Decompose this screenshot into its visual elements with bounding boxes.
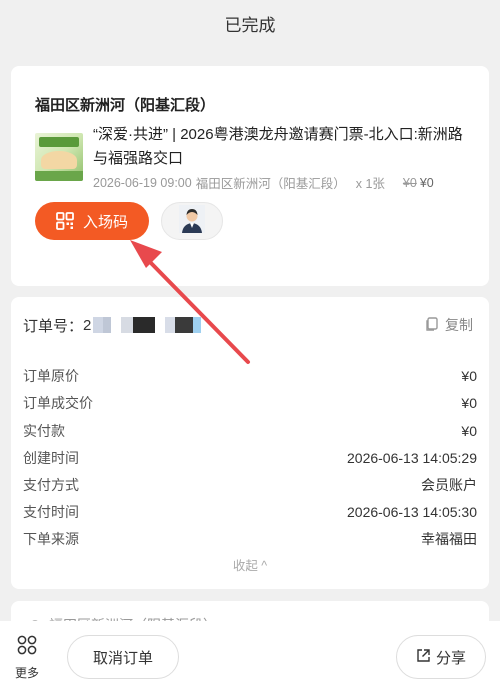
share-icon: [416, 648, 436, 667]
order-row: 支付方式 会员账户: [23, 474, 477, 496]
order-row-value: 会员账户: [421, 477, 477, 493]
order-number-redaction: [93, 317, 202, 333]
entry-code-button[interactable]: 入场码: [35, 202, 149, 240]
order-number-row: 订单号： 2: [23, 315, 477, 335]
order-row-value: ¥0: [461, 423, 477, 439]
ticket-original-price: ¥0: [402, 175, 417, 190]
order-row-value: ¥0: [461, 368, 477, 384]
order-row-label: 实付款: [23, 423, 65, 439]
order-row: 下单来源 幸福福田: [23, 528, 477, 550]
order-number-value: 2: [83, 316, 92, 334]
ticket-location: 福田区新洲河（阳基汇段）: [195, 177, 346, 191]
venue-title: 福田区新洲河（阳基汇段）: [35, 97, 216, 114]
attendee-avatar-button[interactable]: [161, 202, 223, 240]
order-row-value: 2026-06-13 14:05:29: [347, 450, 477, 466]
ticket-quantity: x 1张: [355, 177, 385, 191]
copy-icon: [425, 316, 445, 334]
order-details-card: 订单号： 2 复制 订单原价 ¥0 订单成交价 ¥0 实付款 ¥0 创建时间 2…: [11, 297, 489, 589]
order-row-value: 2026-06-13 14:05:30: [347, 504, 477, 520]
copy-order-button[interactable]: 复制: [425, 315, 473, 335]
page-title: 已完成: [224, 15, 276, 35]
order-row-label: 支付时间: [23, 504, 79, 520]
grid-icon: [17, 635, 37, 664]
share-label: 分享: [435, 649, 466, 667]
order-row-value: ¥0: [461, 395, 477, 411]
order-row: 订单原价 ¥0: [23, 365, 477, 387]
order-row: 订单成交价 ¥0: [23, 392, 477, 414]
order-number-label: 订单号：: [23, 317, 84, 335]
order-row-value: 幸福福田: [421, 531, 477, 547]
ticket-card: 福田区新洲河（阳基汇段） “深爱·共进” | 2026粤港澳龙舟邀请赛门票-北入…: [11, 66, 489, 286]
order-row-label: 订单原价: [23, 368, 79, 384]
order-row: 创建时间 2026-06-13 14:05:29: [23, 447, 477, 469]
order-row-label: 下单来源: [23, 531, 79, 547]
share-button[interactable]: 分享: [396, 635, 486, 679]
copy-label: 复制: [445, 317, 473, 333]
order-row-label: 创建时间: [23, 450, 79, 466]
more-label: 更多: [14, 666, 39, 680]
ticket-price: ¥0: [419, 175, 434, 190]
page-header: 已完成: [0, 0, 500, 46]
person-avatar-icon: [179, 204, 205, 238]
order-row-label: 支付方式: [23, 477, 79, 493]
order-row-label: 订单成交价: [23, 395, 93, 411]
more-button[interactable]: 更多: [10, 635, 44, 681]
ticket-meta: 2026-06-19 09:00 福田区新洲河（阳基汇段） x 1张 ¥0 ¥0: [93, 173, 483, 192]
order-row: 支付时间 2026-06-13 14:05:30: [23, 501, 477, 523]
bottom-action-bar: 更多 取消订单 分享: [0, 621, 500, 691]
entry-code-label: 入场码: [82, 213, 128, 231]
qr-code-icon: [56, 212, 74, 230]
ticket-datetime: 2026-06-19 09:00: [93, 175, 192, 190]
ticket-thumbnail[interactable]: [35, 133, 83, 181]
collapse-toggle[interactable]: 收起 ^: [11, 555, 489, 574]
order-row: 实付款 ¥0: [23, 420, 477, 442]
cancel-order-button[interactable]: 取消订单: [67, 635, 179, 679]
ticket-name[interactable]: “深爱·共进” | 2026粤港澳龙舟邀请赛门票-北入口:新洲路与福强路交口: [93, 123, 465, 171]
